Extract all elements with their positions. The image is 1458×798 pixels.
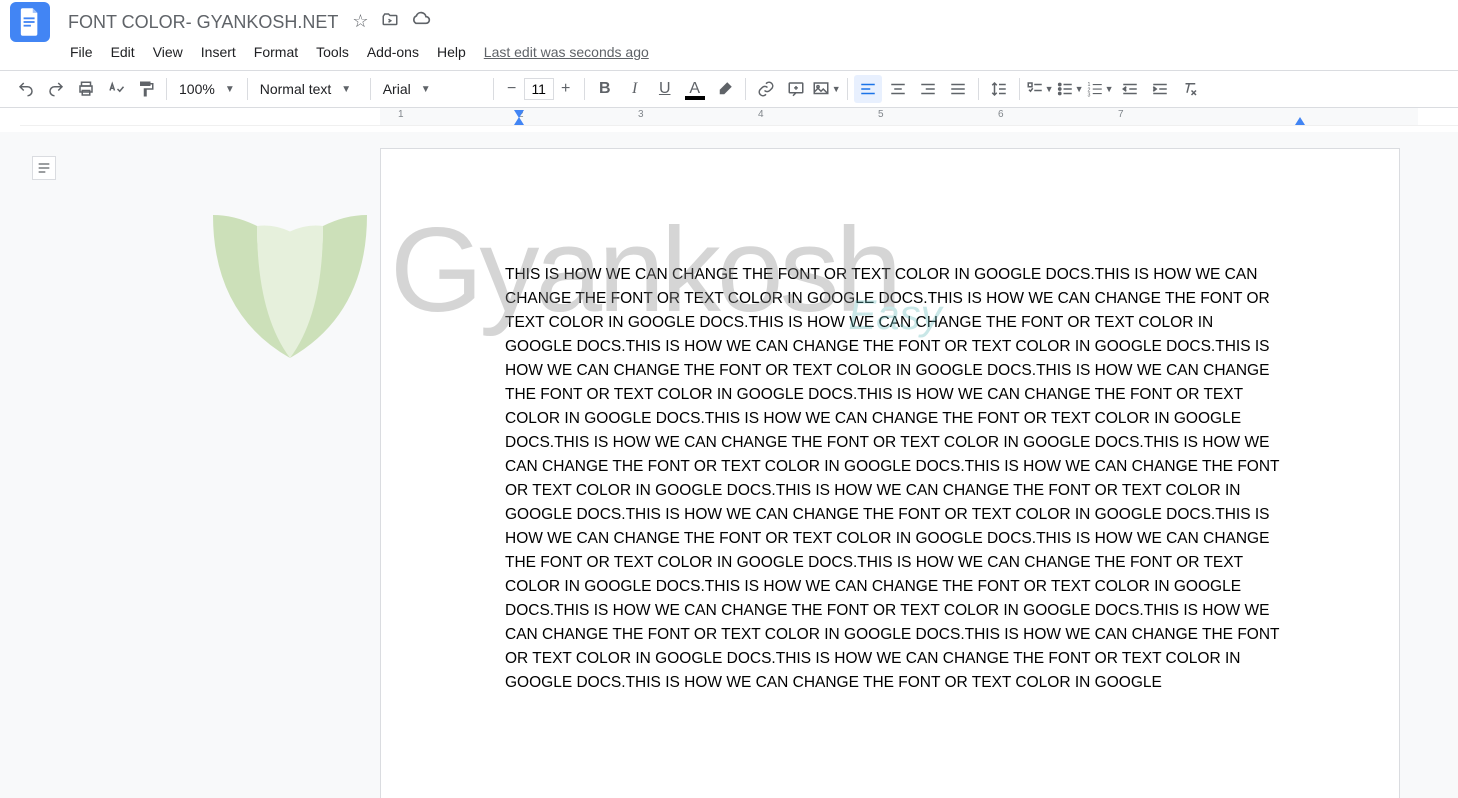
- font-size-increase[interactable]: +: [554, 77, 578, 101]
- print-button[interactable]: [72, 75, 100, 103]
- font-size-decrease[interactable]: −: [500, 77, 524, 101]
- menu-insert[interactable]: Insert: [193, 40, 244, 64]
- ruler-tick: 6: [998, 109, 1004, 120]
- align-right-button[interactable]: [914, 75, 942, 103]
- menu-help[interactable]: Help: [429, 40, 474, 64]
- svg-text:3: 3: [1087, 93, 1090, 99]
- menu-addons[interactable]: Add-ons: [359, 40, 427, 64]
- document-outline-button[interactable]: [32, 156, 56, 180]
- ruler-tick: 3: [638, 109, 644, 120]
- spellcheck-button[interactable]: [102, 75, 130, 103]
- toolbar: 100%▼ Normal text▼ Arial▼ − + B I U A ▼ …: [0, 70, 1458, 108]
- font-dropdown[interactable]: Arial▼: [377, 75, 487, 103]
- underline-button[interactable]: U: [651, 75, 679, 103]
- ruler-tick: 7: [1118, 109, 1124, 120]
- highlight-button[interactable]: [711, 75, 739, 103]
- style-dropdown[interactable]: Normal text▼: [254, 75, 364, 103]
- horizontal-ruler[interactable]: 1 2 3 4 5 6 7: [20, 108, 1458, 126]
- decrease-indent-button[interactable]: [1116, 75, 1144, 103]
- document-canvas: THIS IS HOW WE CAN CHANGE THE FONT OR TE…: [0, 132, 1458, 798]
- zoom-dropdown[interactable]: 100%▼: [173, 75, 241, 103]
- redo-button[interactable]: [42, 75, 70, 103]
- move-icon[interactable]: [381, 11, 399, 34]
- ruler-tick: 4: [758, 109, 764, 120]
- clear-formatting-button[interactable]: [1176, 75, 1204, 103]
- ruler-tick: 1: [398, 109, 404, 120]
- cloud-sync-icon[interactable]: [411, 11, 431, 34]
- bulleted-list-button[interactable]: ▼: [1056, 75, 1084, 103]
- align-left-button[interactable]: [854, 75, 882, 103]
- star-icon[interactable]: ☆: [352, 11, 368, 34]
- checklist-button[interactable]: ▼: [1026, 75, 1054, 103]
- document-icon: [19, 8, 41, 36]
- google-docs-logo-icon[interactable]: [10, 2, 50, 42]
- document-title[interactable]: FONT COLOR- GYANKOSH.NET: [62, 10, 344, 35]
- paint-format-button[interactable]: [132, 75, 160, 103]
- numbered-list-button[interactable]: 123▼: [1086, 75, 1114, 103]
- align-justify-button[interactable]: [944, 75, 972, 103]
- font-size-control: − +: [500, 77, 578, 101]
- menu-file[interactable]: File: [62, 40, 101, 64]
- menu-edit[interactable]: Edit: [103, 40, 143, 64]
- document-body-text[interactable]: THIS IS HOW WE CAN CHANGE THE FONT OR TE…: [505, 263, 1283, 695]
- italic-button[interactable]: I: [621, 75, 649, 103]
- bold-button[interactable]: B: [591, 75, 619, 103]
- menu-bar: File Edit View Insert Format Tools Add-o…: [0, 36, 1458, 70]
- font-size-input[interactable]: [524, 78, 554, 100]
- last-edit-link[interactable]: Last edit was seconds ago: [484, 44, 649, 60]
- ruler-tick: 5: [878, 109, 884, 120]
- undo-button[interactable]: [12, 75, 40, 103]
- document-page[interactable]: THIS IS HOW WE CAN CHANGE THE FONT OR TE…: [380, 148, 1400, 798]
- align-center-button[interactable]: [884, 75, 912, 103]
- insert-image-button[interactable]: ▼: [812, 75, 841, 103]
- right-indent-marker[interactable]: [1295, 117, 1305, 125]
- menu-view[interactable]: View: [145, 40, 191, 64]
- text-color-button[interactable]: A: [681, 75, 709, 103]
- increase-indent-button[interactable]: [1146, 75, 1174, 103]
- line-spacing-button[interactable]: [985, 75, 1013, 103]
- menu-tools[interactable]: Tools: [308, 40, 357, 64]
- add-comment-button[interactable]: [782, 75, 810, 103]
- insert-link-button[interactable]: [752, 75, 780, 103]
- text-color-swatch: [685, 96, 705, 100]
- left-indent-marker[interactable]: [514, 117, 524, 125]
- menu-format[interactable]: Format: [246, 40, 306, 64]
